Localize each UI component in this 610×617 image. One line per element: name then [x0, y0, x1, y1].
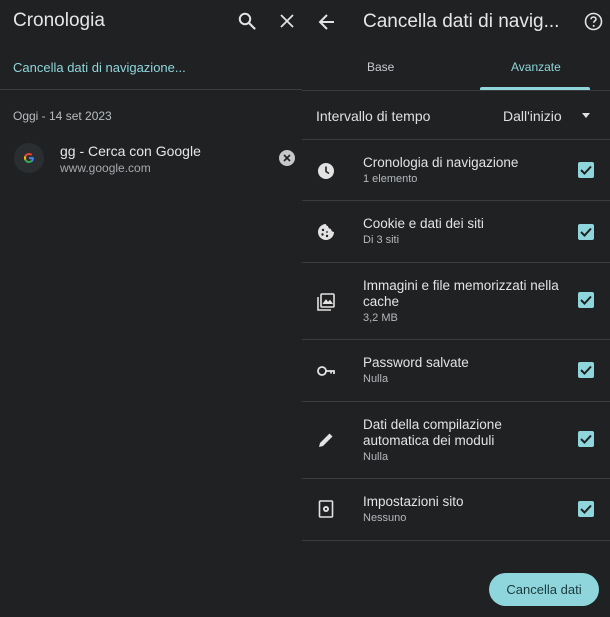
time-range-label: Intervallo di tempo	[316, 108, 431, 124]
images-icon	[317, 293, 335, 311]
date-header: Oggi - 14 set 2023	[13, 109, 112, 123]
option-subtitle: Nulla	[363, 451, 389, 463]
clear-data-button[interactable]: Cancella dati	[489, 573, 599, 606]
option-subtitle: 1 elemento	[363, 173, 418, 185]
clock-icon	[318, 163, 334, 179]
history-title: Cronologia	[13, 10, 105, 31]
back-arrow-icon[interactable]	[318, 13, 336, 31]
checkbox[interactable]	[578, 292, 594, 308]
option-title: Password salvate	[363, 355, 469, 370]
checkbox[interactable]	[578, 224, 594, 240]
history-entry-url: www.google.com	[60, 161, 151, 175]
option-title: Cookie e dati dei siti	[363, 216, 484, 231]
cookie-icon	[318, 224, 334, 240]
key-icon	[317, 366, 335, 376]
tab-advanced[interactable]: Avanzate	[511, 60, 561, 74]
option-saved-passwords[interactable]: Password salvate Nulla	[302, 340, 610, 402]
history-entry-title[interactable]: gg - Cerca con Google	[60, 143, 201, 159]
clear-data-title: Cancella dati di navig...	[363, 11, 560, 32]
time-range-select[interactable]: Dall'inizio	[503, 108, 562, 124]
search-icon[interactable]	[238, 12, 256, 30]
option-subtitle: Di 3 siti	[363, 234, 400, 246]
history-panel: Cronologia Cancella dati di navigazione.…	[0, 0, 302, 617]
option-subtitle: Nulla	[363, 373, 389, 385]
option-subtitle: 3,2 MB	[363, 312, 398, 324]
option-title: Cronologia di navigazione	[363, 155, 519, 170]
divider	[0, 89, 302, 90]
checkbox[interactable]	[578, 362, 594, 378]
dropdown-arrow-icon[interactable]	[582, 113, 590, 118]
option-autofill-data[interactable]: Dati della compilazione automatica dei m…	[302, 402, 610, 479]
google-favicon-icon	[14, 143, 44, 173]
remove-entry-icon[interactable]	[279, 150, 295, 166]
option-site-settings[interactable]: Impostazioni sito Nessuno	[302, 479, 610, 541]
clear-browsing-data-link[interactable]: Cancella dati di navigazione...	[13, 60, 186, 75]
option-subtitle: Nessuno	[363, 512, 407, 524]
checkbox[interactable]	[578, 162, 594, 178]
divider	[302, 90, 610, 91]
checkbox[interactable]	[578, 501, 594, 517]
site-settings-icon	[318, 500, 334, 518]
help-icon[interactable]	[584, 12, 603, 31]
pencil-icon	[319, 433, 333, 447]
option-cookies[interactable]: Cookie e dati dei siti Di 3 siti	[302, 201, 610, 263]
option-title: Dati della compilazione automatica dei m…	[363, 417, 502, 448]
option-title: Impostazioni sito	[363, 494, 464, 509]
option-title: Immagini e file memorizzati nella cache	[363, 278, 559, 309]
tab-base[interactable]: Base	[367, 60, 394, 74]
clear-data-panel: Cancella dati di navig... Base Avanzate …	[302, 0, 610, 617]
checkbox[interactable]	[578, 431, 594, 447]
option-cached-images[interactable]: Immagini e file memorizzati nella cache …	[302, 263, 610, 340]
option-browsing-history[interactable]: Cronologia di navigazione 1 elemento	[302, 140, 610, 201]
close-icon[interactable]	[279, 13, 295, 29]
